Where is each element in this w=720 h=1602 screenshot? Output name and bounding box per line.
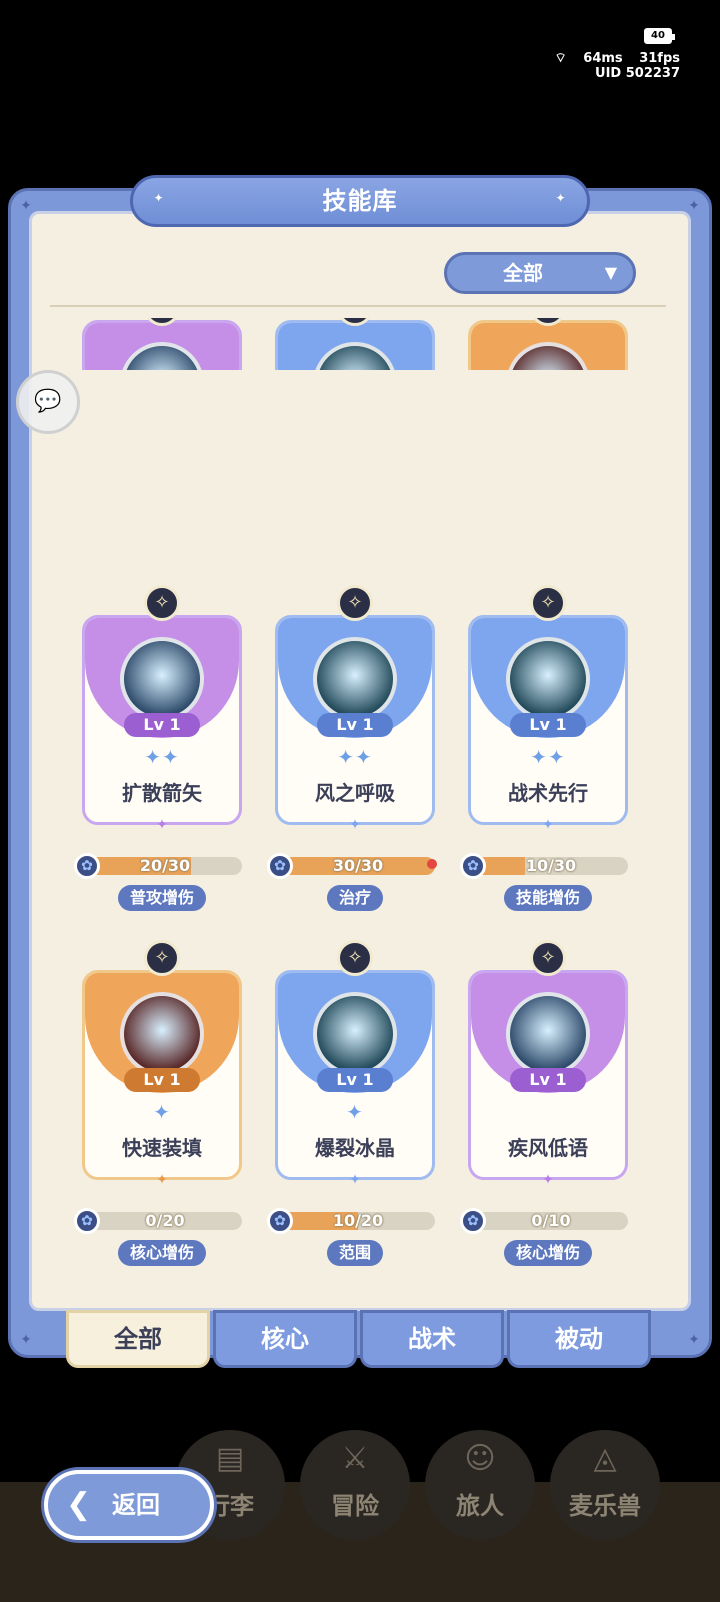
skill-tag: 范围	[326, 1240, 384, 1266]
back-arrow-icon: ❮	[66, 1487, 92, 1522]
wifi-icon: ⌔	[554, 51, 567, 66]
skill-icon	[506, 637, 590, 721]
corner-ornament-icon: ✦	[688, 1332, 700, 1348]
diamond-ornament-icon: ✦	[542, 1172, 554, 1188]
skill-tag: 核心增伤	[503, 1240, 593, 1266]
skill-icon	[120, 992, 204, 1076]
skill-tag: 核心增伤	[117, 1240, 207, 1266]
skill-name: 快速装填	[122, 1136, 202, 1160]
skill-level-badge: Lv 1	[124, 1068, 200, 1092]
skill-tag: 治疗	[326, 885, 384, 911]
ping-text: 64ms	[583, 51, 623, 66]
back-button[interactable]: ❮ 返回	[44, 1470, 214, 1540]
skill-icon	[313, 992, 397, 1076]
skill-progress-bar: ✿ 20/30	[74, 853, 246, 879]
skill-progress-bar: ✿ 10/20	[267, 1208, 439, 1234]
upgrade-gem-icon: ✿	[74, 853, 100, 879]
upgrade-gem-icon: ✿	[460, 1208, 486, 1234]
diamond-ornament-icon: ✦	[156, 1172, 168, 1188]
upgrade-gem-icon: ✿	[74, 1208, 100, 1234]
skill-progress-bar: ✿ 0/10	[460, 1208, 632, 1234]
nav-item-pet[interactable]: ◬ 麦乐兽	[550, 1430, 660, 1540]
progress-text: 0/10	[531, 1211, 571, 1230]
skill-tag: 普攻增伤	[117, 885, 207, 911]
skill-rank-medal-icon: ✧	[530, 585, 566, 621]
tab-tactic[interactable]: 战术	[360, 1310, 504, 1368]
skill-icon	[120, 637, 204, 721]
fox-icon: ◬	[593, 1441, 617, 1476]
progress-text: 10/30	[525, 856, 577, 875]
page-title: ✦ 技能库 ✦	[130, 175, 590, 227]
tab-passive[interactable]: 被动	[507, 1310, 651, 1368]
skill-stars: ✦	[153, 1100, 171, 1124]
skill-level-badge: Lv 1	[510, 713, 586, 737]
triangle-down-icon: ▼	[604, 263, 617, 282]
diamond-ornament-icon: ✦	[349, 1172, 361, 1188]
skill-name: 扩散箭矢	[122, 781, 202, 805]
skill-icon	[313, 637, 397, 721]
character-portrait-icon: ☺	[464, 1441, 496, 1476]
filter-selected-value: 全部	[503, 261, 543, 285]
skill-icon	[506, 992, 590, 1076]
skill-progress-bar: ✿ 0/20	[74, 1208, 246, 1234]
diamond-ornament-icon: ✦	[542, 817, 554, 833]
upgrade-gem-icon: ✿	[267, 1208, 293, 1234]
skill-tag: 技能增伤	[503, 885, 593, 911]
upgrade-gem-icon: ✿	[267, 853, 293, 879]
skill-progress-bar: ✿ 30/30	[267, 853, 439, 879]
nav-label: 旅人	[456, 1492, 504, 1520]
corner-ornament-icon: ✦	[20, 1332, 32, 1348]
progress-text: 10/20	[332, 1211, 384, 1230]
tab-core[interactable]: 核心	[213, 1310, 357, 1368]
skill-level-badge: Lv 1	[317, 713, 393, 737]
back-label: 返回	[112, 1491, 160, 1519]
skill-stars: ✦✦	[337, 745, 373, 769]
category-tabs: 全部 核心 战术 被动	[66, 1310, 666, 1370]
nav-item-adventure[interactable]: ⚔ 冒险	[300, 1430, 410, 1540]
skill-progress-bar: ✿ 10/30	[460, 853, 632, 879]
page-title-text: 技能库	[322, 187, 398, 215]
nav-label: 冒险	[331, 1492, 379, 1520]
crossed-swords-icon: ⚔	[341, 1441, 369, 1476]
uid-text: UID 502237	[595, 66, 680, 81]
diamond-ornament-icon: ✦	[349, 817, 361, 833]
diamond-ornament-icon: ✦	[156, 817, 168, 833]
skill-name: 爆裂冰晶	[315, 1136, 395, 1160]
progress-text: 0/20	[145, 1211, 185, 1230]
skill-rank-medal-icon: ✧	[337, 940, 373, 976]
divider	[50, 305, 666, 307]
network-stats: ⌔ 64ms 31fps	[530, 50, 680, 66]
skill-stars: ✦✦	[144, 745, 180, 769]
skill-stars: ✦✦	[530, 745, 566, 769]
sparkle-icon: ✦	[153, 191, 165, 205]
skill-level-badge: Lv 1	[317, 1068, 393, 1092]
progress-text: 30/30	[332, 856, 384, 875]
status-overlay: 40 ⌔ 64ms 31fps UID 502237	[530, 28, 680, 84]
upgrade-gem-icon: ✿	[460, 853, 486, 879]
skill-name: 疾风低语	[508, 1136, 588, 1160]
notification-dot	[427, 859, 437, 869]
skill-rank-medal-icon: ✧	[144, 585, 180, 621]
battery-indicator: 40	[644, 28, 675, 44]
fps-text: 31fps	[639, 51, 680, 66]
skill-stars: ✦	[346, 1100, 364, 1124]
skill-name: 风之呼吸	[315, 781, 395, 805]
nav-item-traveler[interactable]: ☺ 旅人	[425, 1430, 535, 1540]
skill-name: 战术先行	[508, 781, 588, 805]
sparkle-icon: ✦	[555, 191, 567, 205]
skill-level-badge: Lv 1	[124, 713, 200, 737]
tab-all[interactable]: 全部	[66, 1310, 210, 1368]
chat-bubble-icon[interactable]: 💬	[16, 370, 80, 434]
skill-rank-medal-icon: ✧	[144, 940, 180, 976]
filter-dropdown[interactable]: 全部 ▼	[444, 252, 636, 294]
corner-ornament-icon: ✦	[688, 198, 700, 214]
skill-rank-medal-icon: ✧	[530, 940, 566, 976]
progress-text: 20/30	[139, 856, 191, 875]
corner-ornament-icon: ✦	[20, 198, 32, 214]
skill-level-badge: Lv 1	[510, 1068, 586, 1092]
skill-rank-medal-icon: ✧	[337, 585, 373, 621]
nav-label: 麦乐兽	[569, 1492, 641, 1520]
